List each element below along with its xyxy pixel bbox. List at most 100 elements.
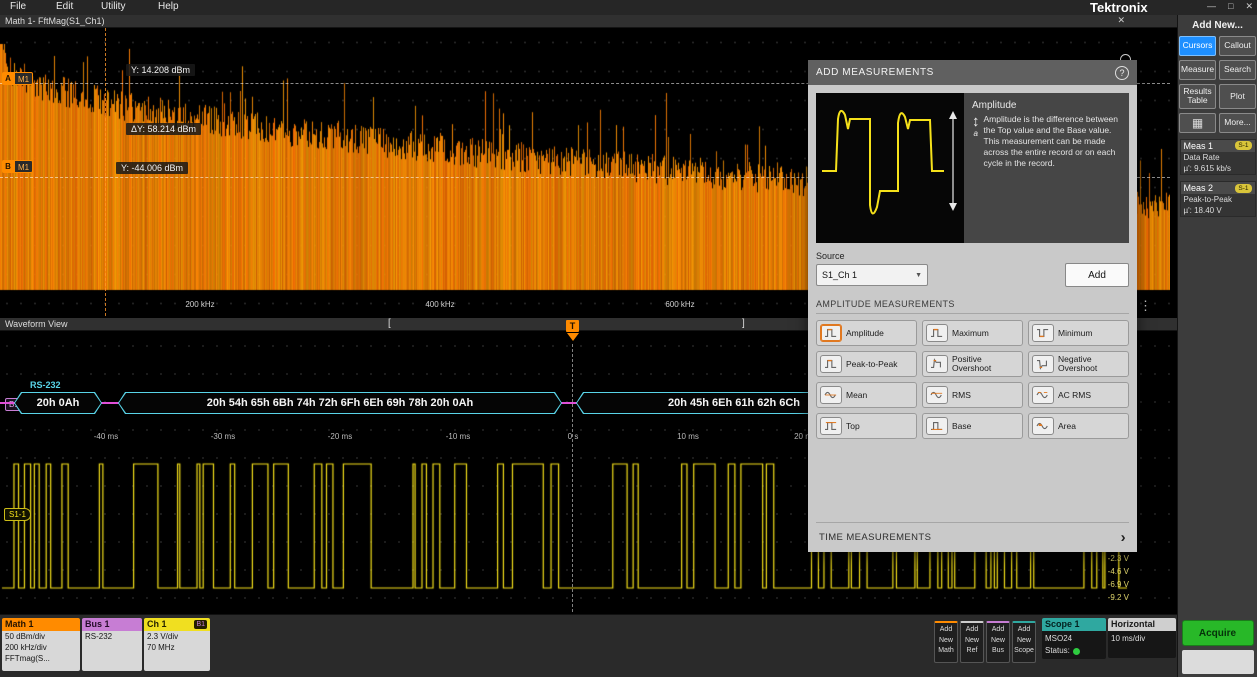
cursor-b-letter: B: [2, 160, 14, 173]
cursor-a-letter: A: [2, 72, 14, 85]
meas1-label: Meas 1: [1184, 141, 1214, 151]
base-icon: [926, 417, 948, 435]
measurement-maximum-button[interactable]: Maximum: [922, 320, 1023, 346]
meas2-badge[interactable]: Meas 2 S-1 Peak-to-Peak µ': 18.40 V: [1180, 181, 1256, 217]
bus-idle-line: [100, 402, 120, 404]
cursor-b-badge[interactable]: B M1: [2, 160, 33, 173]
math1-hscale: 200 kHz/div: [5, 643, 77, 654]
bus-idle-line: [0, 402, 16, 404]
math1-scale: 50 dBm/div: [5, 632, 77, 643]
add-cursors-button[interactable]: Cursors: [1179, 36, 1216, 56]
cursor-vline[interactable]: [105, 28, 106, 316]
volt-label: -6.9 V: [1093, 580, 1129, 589]
measurement-area-button[interactable]: Area: [1028, 413, 1129, 439]
draw-a-box-button[interactable]: ▦: [1179, 113, 1216, 133]
decoded-packet[interactable]: 20h 0Ah: [14, 392, 102, 414]
trigger-position-icon[interactable]: [567, 333, 579, 341]
dialog-title: ADD MEASUREMENTS: [816, 67, 934, 78]
amplitude-preview-graphic: [816, 93, 964, 243]
status-ok-icon: [1073, 648, 1080, 655]
time-measurements-expander[interactable]: TIME MEASUREMENTS ›: [816, 522, 1129, 546]
time-section-label: TIME MEASUREMENTS: [819, 532, 931, 543]
menu-utility[interactable]: Utility: [101, 1, 125, 12]
measurement-base-button[interactable]: Base: [922, 413, 1023, 439]
close-icon[interactable]: ✕: [1245, 1, 1253, 12]
scope-model: MSO24: [1045, 633, 1103, 645]
scope1-badge[interactable]: Scope 1 MSO24 Status:: [1042, 618, 1106, 659]
time-tick: 0 s: [553, 432, 593, 441]
scope1-title: Scope 1: [1045, 618, 1080, 631]
bus1-badge[interactable]: Bus 1 RS-232: [82, 618, 142, 671]
ch1-title: Ch 1: [147, 618, 167, 631]
measurement-minimum-button[interactable]: Minimum: [1028, 320, 1129, 346]
meas1-source-pill: S-1: [1235, 141, 1251, 150]
mean-icon: [820, 386, 842, 404]
packet-text: 20h 54h 65h 6Bh 74h 72h 6Fh 6Eh 69h 78h …: [207, 397, 474, 409]
amplitude-icon: [820, 324, 842, 342]
measurement-top-button[interactable]: Top: [816, 413, 917, 439]
ch1-bus-tag: B1: [194, 620, 207, 629]
measurement-mean-button[interactable]: Mean: [816, 382, 917, 408]
source-label: Source: [816, 251, 1129, 261]
add-new-math-button[interactable]: AddNewMath: [934, 621, 958, 663]
acquire-button[interactable]: Acquire: [1182, 620, 1254, 646]
add-new-bus-button[interactable]: AddNewBus: [986, 621, 1010, 663]
maximum-icon: [926, 324, 948, 342]
maximize-icon[interactable]: □: [1228, 1, 1233, 12]
meas1-badge[interactable]: Meas 1 S-1 Data Rate µ': 9.615 kb/s: [1180, 139, 1256, 175]
measurement-rms-button[interactable]: RMS: [922, 382, 1023, 408]
add-new-title: Add New...: [1192, 20, 1243, 31]
add-new-scope-button[interactable]: AddNewScope: [1012, 621, 1036, 663]
dialog-titlebar[interactable]: ADD MEASUREMENTS ?: [808, 60, 1137, 85]
time-tick: 10 ms: [668, 432, 708, 441]
horizontal-badge[interactable]: Horizontal 10 ms/div: [1108, 618, 1176, 658]
add-new-ref-button[interactable]: AddNewRef: [960, 621, 984, 663]
add-results-table-button[interactable]: Results Table: [1179, 84, 1216, 109]
measurement-amplitude-button[interactable]: Amplitude: [816, 320, 917, 346]
add-new-panel: Add New... Cursors Callout Measure Searc…: [1177, 15, 1257, 677]
math-view-close-icon[interactable]: ✕: [1117, 15, 1125, 26]
dialog-scrollbar-handle[interactable]: ⋮: [1139, 300, 1152, 312]
measurement-grid: Amplitude Maximum Minimum Peak-to-Peak P…: [816, 320, 1129, 439]
cursor-a-badge[interactable]: A M1: [2, 72, 33, 85]
peak-to-peak-icon: [820, 355, 842, 373]
math1-badge[interactable]: Math 1 50 dBm/div 200 kHz/div FFTmag(S..…: [2, 618, 80, 671]
decoded-packet[interactable]: 20h 54h 65h 6Bh 74h 72h 6Fh 6Eh 69h 78h …: [118, 392, 562, 414]
scope-status-label: Status:: [1045, 645, 1070, 657]
measurement-peak-to-peak-button[interactable]: Peak-to-Peak: [816, 351, 917, 377]
dropdown-arrow-icon: ▼: [915, 272, 922, 279]
expansion-bracket-right-icon[interactable]: ]: [742, 318, 745, 329]
horizontal-title: Horizontal: [1111, 618, 1155, 631]
packet-text: 20h 45h 6Eh 61h 62h 6Ch: [668, 397, 800, 409]
minimize-icon[interactable]: —: [1207, 1, 1216, 12]
measurement-positive-overshoot-button[interactable]: Positive Overshoot: [922, 351, 1023, 377]
menu-help[interactable]: Help: [158, 1, 179, 12]
more-button[interactable]: More...: [1219, 113, 1256, 133]
time-tick: -20 ms: [320, 432, 360, 441]
add-measurement-button[interactable]: Add: [1065, 263, 1129, 287]
trigger-flag[interactable]: T: [566, 320, 579, 332]
menu-file[interactable]: File: [10, 1, 26, 12]
help-icon[interactable]: ?: [1115, 66, 1129, 80]
menu-edit[interactable]: Edit: [56, 1, 73, 12]
tekscope-app: File Edit Utility Help Tektronix — □ ✕ M…: [0, 0, 1257, 677]
meas1-value: µ': 9.615 kb/s: [1181, 163, 1255, 174]
add-measure-button[interactable]: Measure: [1179, 60, 1216, 80]
channel-s1-badge[interactable]: S1-1: [4, 508, 31, 521]
amplitude-section-header: AMPLITUDE MEASUREMENTS: [816, 297, 1129, 314]
ac-rms-icon: [1032, 386, 1054, 404]
measurement-negative-overshoot-button[interactable]: Negative Overshoot: [1028, 351, 1129, 377]
add-search-button[interactable]: Search: [1219, 60, 1256, 80]
area-icon: [1032, 417, 1054, 435]
add-plot-button[interactable]: Plot: [1219, 84, 1256, 109]
measurement-ac-rms-button[interactable]: AC RMS: [1028, 382, 1129, 408]
menubar: File Edit Utility Help Tektronix — □ ✕: [0, 0, 1257, 15]
expansion-bracket-left-icon[interactable]: [: [388, 318, 391, 329]
amplitude-arrow-icon: ↕ a: [972, 114, 980, 169]
source-value: S1_Ch 1: [822, 270, 857, 280]
volt-label: -9.2 V: [1093, 593, 1129, 602]
ch1-badge[interactable]: Ch 1 B1 2.3 V/div 70 MHz: [144, 618, 210, 671]
source-dropdown[interactable]: S1_Ch 1 ▼: [816, 264, 928, 286]
add-callout-button[interactable]: Callout: [1219, 36, 1256, 56]
measurement-preview: Amplitude ↕ a Amplitude is the differenc…: [816, 93, 1129, 243]
